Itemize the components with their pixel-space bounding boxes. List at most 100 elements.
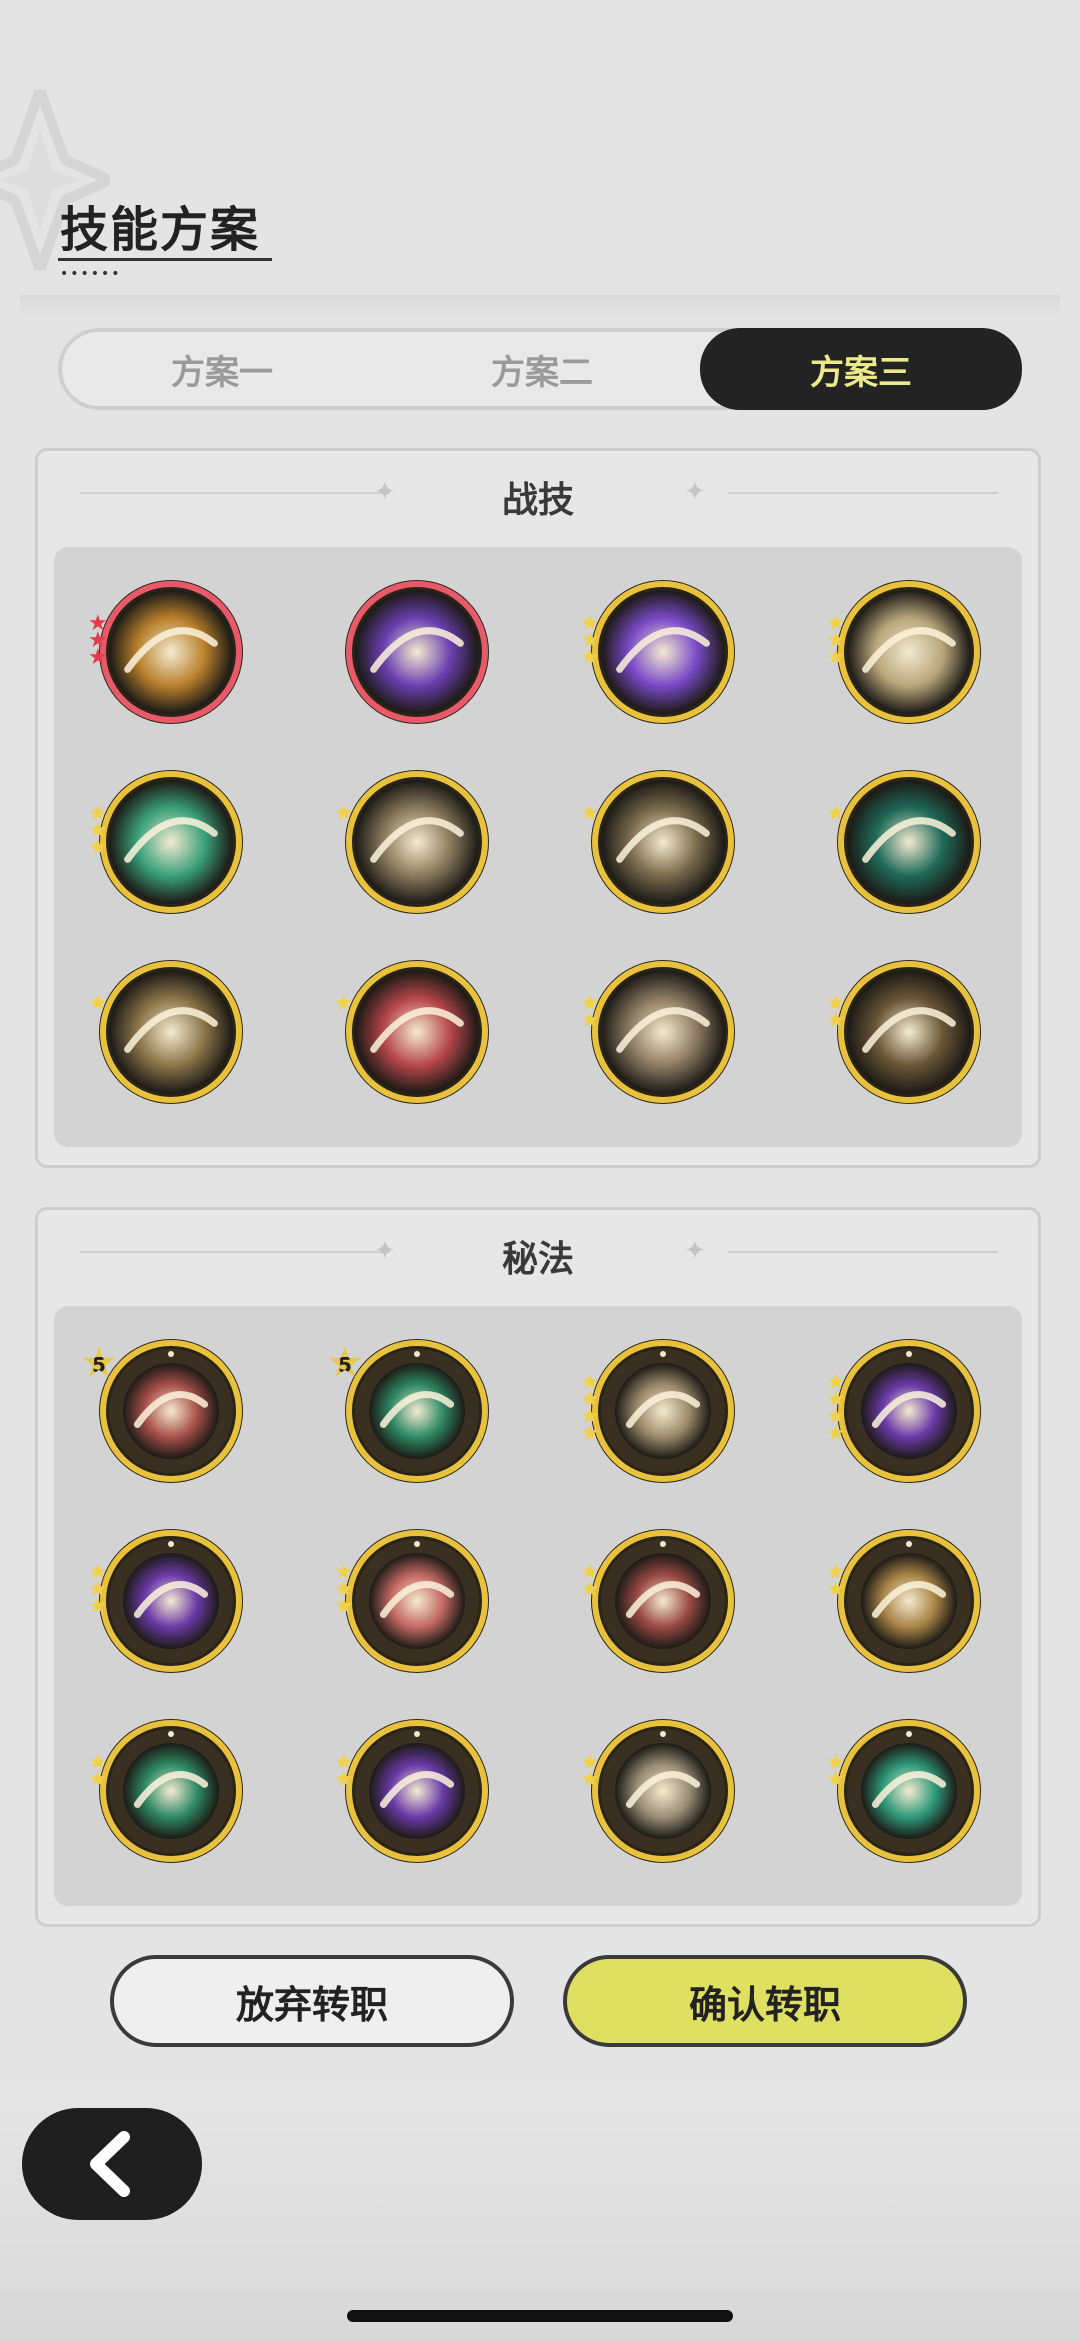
- skill-star-rating: ★ ★ ★: [334, 1562, 354, 1619]
- skill-star-rating: ★: [580, 801, 600, 826]
- combat-skills-panel: ✦ 战技 ✦ ★ ★ ★ ★ ★ ★ ★ ★ ★ ★ ★ ★ ★ ★ ★ ★ ★ ★ ★ ★ ★: [35, 448, 1041, 1168]
- skill-slot[interactable]: ★ ★ ★: [88, 767, 246, 917]
- star-icon: ★: [580, 1767, 600, 1792]
- skill-slot[interactable]: ★ ★: [580, 1716, 738, 1866]
- skill-star-rating: ★ ★: [826, 1562, 846, 1602]
- skill-slot[interactable]: ★ ★: [580, 1526, 738, 1676]
- skill-slot[interactable]: ★: [334, 767, 492, 917]
- secret-arts-title: 秘法: [501, 1239, 574, 1280]
- skill-star-rating: ★: [826, 801, 846, 826]
- skill-slot[interactable]: ★: [580, 767, 738, 917]
- whirlwind-skill-icon: [591, 770, 735, 914]
- wind-slash-skill-icon: [345, 770, 489, 914]
- combat-skills-header: ✦ 战技 ✦: [38, 451, 1038, 541]
- skill-slot[interactable]: ★ ★: [88, 1716, 246, 1866]
- skill-star-rating: ★ ★: [88, 1752, 108, 1792]
- raised-sword-figure-skill-icon: [345, 960, 489, 1104]
- grasping-hand-skill-icon: [837, 580, 981, 724]
- combat-skills-grid: ★ ★ ★ ★ ★ ★ ★ ★ ★ ★ ★ ★ ★ ★ ★ ★ ★ ★ ★ ★ ★: [54, 547, 1022, 1147]
- sword-crescent-skill-icon: [837, 960, 981, 1104]
- purple-claw-skill-icon: [345, 580, 489, 724]
- gold-armor-secret-icon: [837, 1529, 981, 1673]
- page-title: 技能方案: [60, 202, 261, 258]
- skill-slot[interactable]: 5: [328, 1336, 492, 1486]
- skill-slot[interactable]: ★: [88, 957, 246, 1107]
- skill-slot[interactable]: ★ ★: [826, 957, 984, 1107]
- skill-star-rating: ★ ★ ★: [88, 613, 108, 669]
- skill-slot[interactable]: ★ ★ ★: [88, 577, 246, 727]
- star-icon: ★: [580, 1008, 600, 1033]
- star-icon: ★: [826, 1767, 846, 1792]
- star-icon: ★: [88, 991, 108, 1016]
- secret-arts-header: ✦ 秘法 ✦: [38, 1210, 1038, 1300]
- skill-star-rating: ★ ★ ★ ★: [826, 1372, 846, 1445]
- skill-star-rating: ★: [88, 991, 108, 1016]
- confirm-job-change-button[interactable]: 确认转职: [563, 1955, 967, 2047]
- diamond-icon: ✦: [684, 1236, 706, 1266]
- skill-slot[interactable]: ★ ★ ★: [88, 1526, 246, 1676]
- skill-slot[interactable]: [342, 577, 492, 727]
- tab-plan-3[interactable]: 方案三: [700, 328, 1022, 410]
- home-indicator: [347, 2310, 733, 2322]
- skill-slot[interactable]: ★ ★ ★ ★: [580, 1336, 738, 1486]
- skill-slot[interactable]: ★: [826, 767, 984, 917]
- skill-star-rating: ★ ★ ★: [88, 1562, 108, 1619]
- star-icon: ★: [826, 645, 846, 670]
- secret-arts-panel: ✦ 秘法 ✦ 5 5 ★ ★ ★ ★ ★ ★ ★ ★ ★ ★ ★ ★ ★ ★ ★ ★ ★ ★ ★ ★ ★ ★ ★ ★ ★ ★: [35, 1207, 1041, 1927]
- red-armor-secret-icon: [591, 1529, 735, 1673]
- star-icon: ★: [334, 1767, 354, 1792]
- skill-star-rating: ★ ★ ★: [580, 613, 600, 669]
- back-button[interactable]: [22, 2108, 202, 2220]
- skill-star-rating: ★ ★: [334, 1752, 354, 1792]
- red-strike-secret-icon: [99, 1339, 243, 1483]
- title-underline: [58, 258, 272, 261]
- green-heart-plus-secret-icon: [99, 1719, 243, 1863]
- skill-star-rating: ★ ★: [580, 993, 600, 1033]
- skill-star-rating: ★ ★ ★ ★: [580, 1372, 600, 1446]
- star-icon: ★: [334, 801, 354, 826]
- green-arrows-up-skill-icon: [99, 770, 243, 914]
- skill-slot[interactable]: ★ ★ ★: [580, 577, 738, 727]
- tab-plan-2[interactable]: 方案二: [382, 332, 702, 406]
- golden-slash-skill-icon: [99, 580, 243, 724]
- skill-slot[interactable]: ★ ★: [580, 957, 738, 1107]
- light-slash-skill-icon: [99, 960, 243, 1104]
- charging-figures-skill-icon: [591, 960, 735, 1104]
- skill-slot[interactable]: ★ ★: [826, 1716, 984, 1866]
- skill-slot[interactable]: ★ ★ ★: [334, 1526, 492, 1676]
- skill-slot[interactable]: ★: [334, 957, 492, 1107]
- skill-slot[interactable]: 5: [82, 1336, 246, 1486]
- star-icon: ★: [88, 1594, 108, 1619]
- star-icon: ★: [580, 801, 600, 826]
- skill-star-rating: ★ ★: [580, 1752, 600, 1792]
- star-icon: ★: [580, 1421, 600, 1446]
- skill-star-rating: ★: [334, 993, 354, 1015]
- purple-beast-secret-icon: [345, 1719, 489, 1863]
- skill-slot[interactable]: ★ ★: [826, 1526, 984, 1676]
- tab-plan-1[interactable]: 方案一: [62, 332, 382, 406]
- sword-arrows-up-secret-icon: [591, 1719, 735, 1863]
- skill-star-rating: ★: [334, 801, 354, 826]
- star-icon: ★: [334, 1594, 354, 1619]
- green-crescent-skill-icon: [837, 770, 981, 914]
- diamond-icon: ✦: [684, 477, 706, 507]
- star-icon: ★: [88, 835, 108, 860]
- skill-slot[interactable]: ★ ★ ★: [826, 577, 984, 727]
- green-heal-circle-secret-icon: [345, 1339, 489, 1483]
- star-icon: ★: [88, 1767, 108, 1792]
- skill-slot[interactable]: ★ ★: [334, 1716, 492, 1866]
- star-icon: ★: [826, 801, 846, 826]
- abandon-job-change-button[interactable]: 放弃转职: [110, 1955, 514, 2047]
- star-icon: ★: [580, 1577, 600, 1602]
- star-icon: ★: [826, 1577, 846, 1602]
- purple-flame-secret-icon: [837, 1339, 981, 1483]
- secret-arts-grid: 5 5 ★ ★ ★ ★ ★ ★ ★ ★ ★ ★ ★ ★ ★ ★ ★ ★ ★ ★ ★ ★ ★ ★ ★ ★ ★ ★: [54, 1306, 1022, 1906]
- skill-star-rating: ★ ★: [580, 1562, 600, 1602]
- skill-star-rating: ★ ★ ★: [88, 803, 108, 860]
- skill-slot[interactable]: ★ ★ ★ ★: [826, 1336, 984, 1486]
- purple-aura-figure-secret-icon: [99, 1529, 243, 1673]
- title-dots: ••••••: [60, 266, 122, 282]
- skill-star-rating: ★ ★: [826, 993, 846, 1032]
- skill-star-rating: ★ ★: [826, 1752, 846, 1792]
- chevron-left-icon: [90, 2131, 130, 2197]
